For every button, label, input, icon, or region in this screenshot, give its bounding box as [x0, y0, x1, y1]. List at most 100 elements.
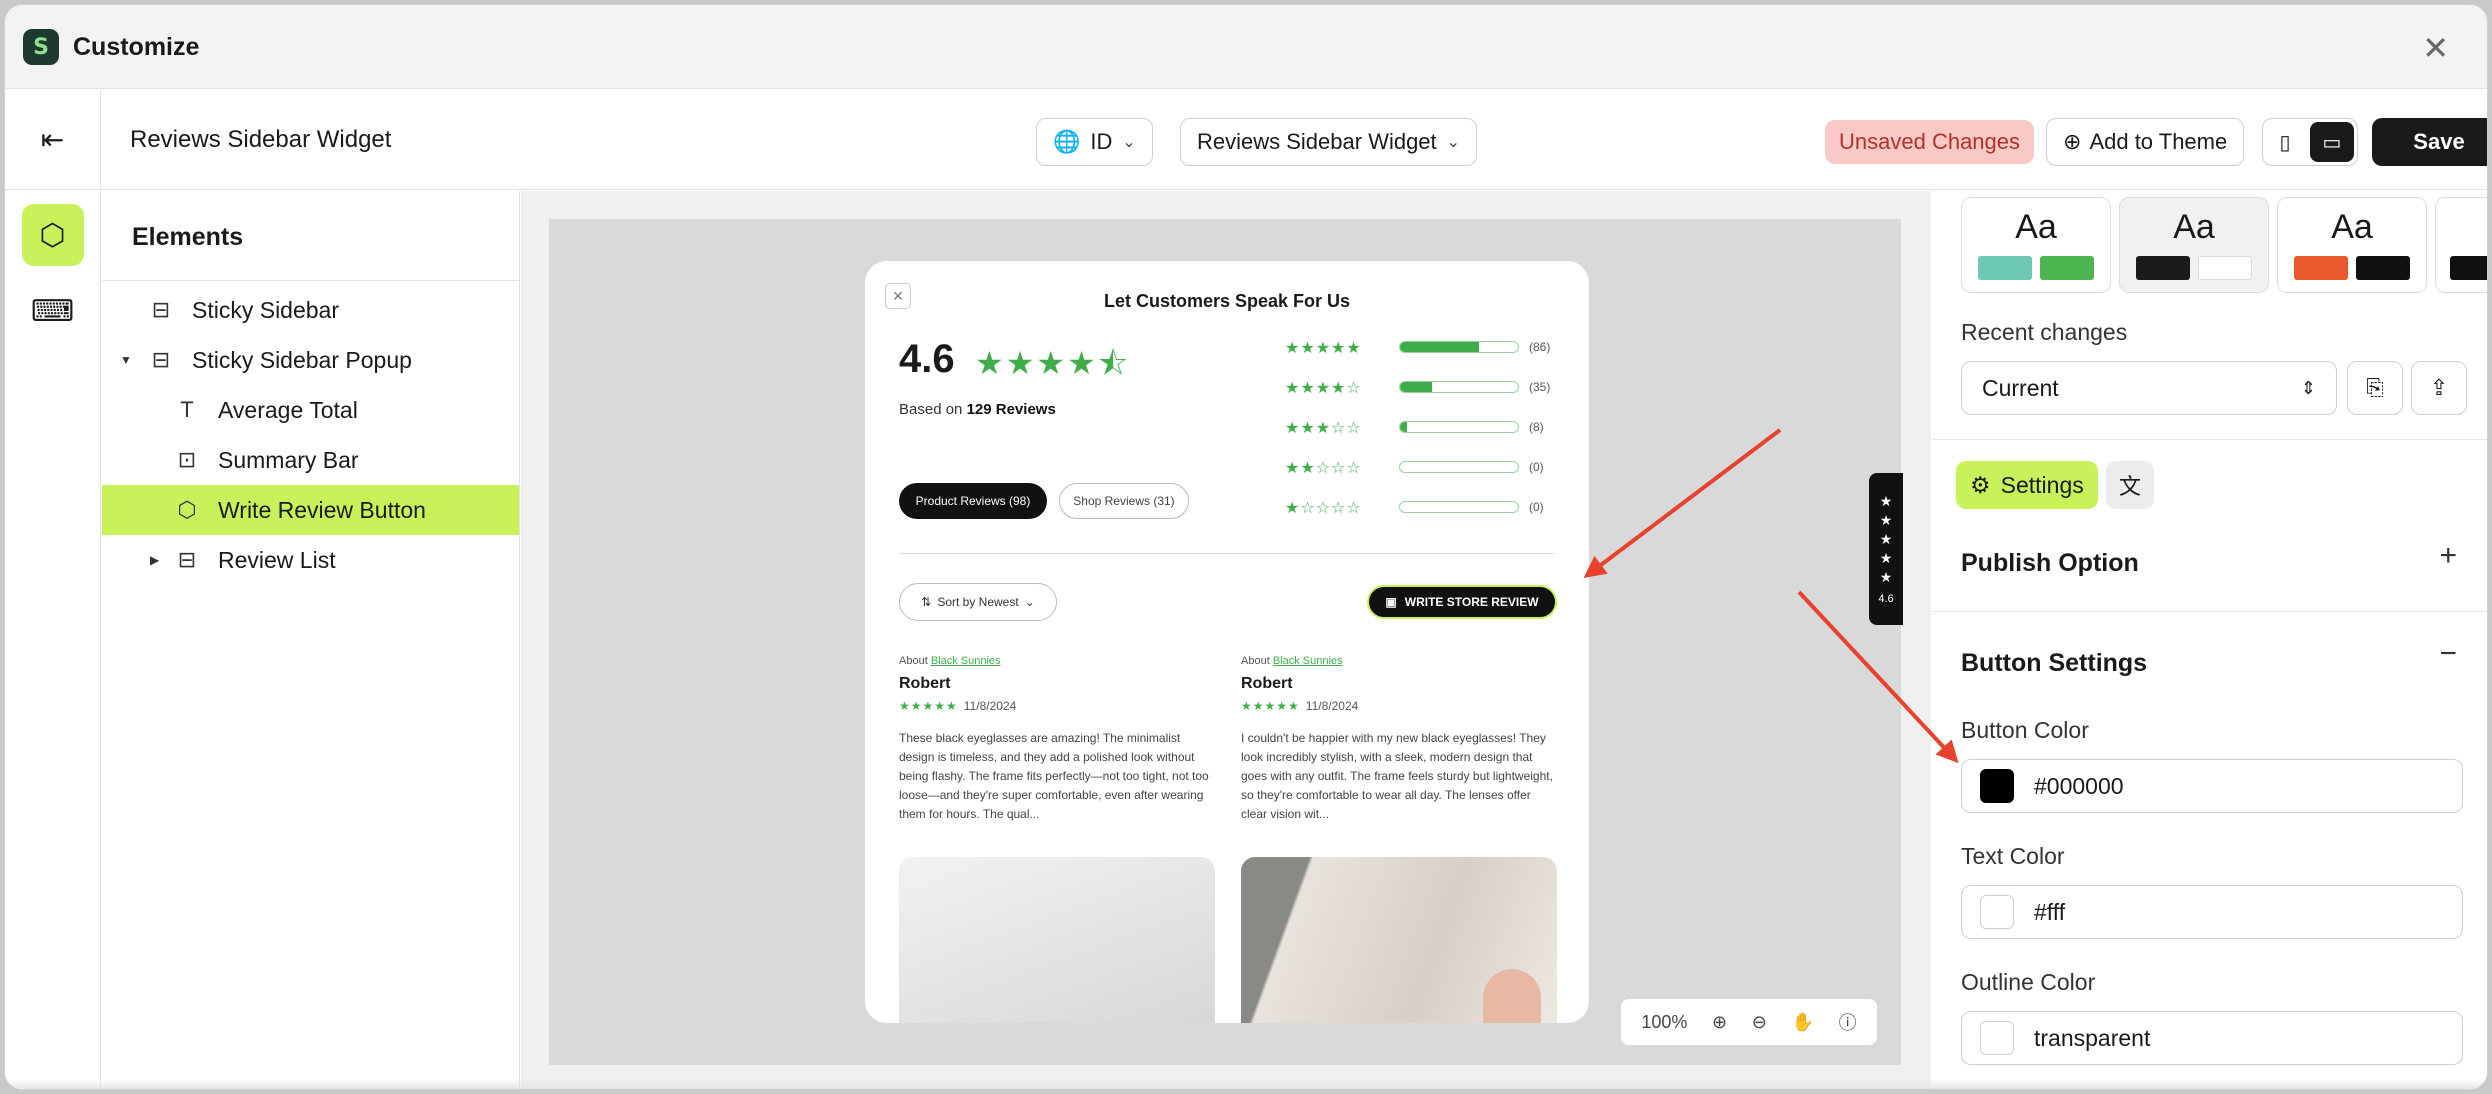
- button-settings-title[interactable]: Button Settings: [1961, 649, 2147, 678]
- row-bar-fill: [1400, 422, 1408, 432]
- desktop-icon[interactable]: ▭: [2310, 122, 2354, 162]
- settings-panel: Aa Aa Aa Recent changes Current ⇕ ⎘ ⇪ ⚙ …: [1932, 191, 2487, 1089]
- globe-icon: 🌐: [1053, 129, 1081, 154]
- row-count: (35): [1529, 380, 1551, 394]
- summary-bar-row: ★★★☆☆ (8): [1285, 417, 1544, 437]
- tab-settings[interactable]: ⚙ Settings: [1956, 461, 2098, 509]
- outline-color-field[interactable]: transparent: [1961, 1011, 2463, 1065]
- list-icon: ⊟: [177, 547, 197, 572]
- language-select[interactable]: 🌐 ID ⌄: [1036, 118, 1153, 166]
- elements-panel: Elements ⊟ Sticky Sidebar ▼ ⊟ Sticky Sid…: [102, 191, 520, 1089]
- hand-icon[interactable]: ✋: [1792, 1012, 1814, 1033]
- based-on-prefix: Based on: [899, 401, 963, 418]
- unsaved-changes-badge: Unsaved Changes: [1825, 120, 2035, 164]
- tree-item-label: Average Total: [218, 396, 358, 423]
- star-icon: ★: [1879, 569, 1893, 586]
- caret-right-icon[interactable]: ▶: [150, 553, 159, 567]
- save-button[interactable]: Save: [2372, 118, 2487, 166]
- tree-item-summary-bar[interactable]: ⊡ Summary Bar: [102, 435, 519, 485]
- tree-item-average-total[interactable]: T Average Total: [102, 385, 519, 435]
- text-color-swatch[interactable]: [1980, 895, 2014, 929]
- row-stars: ★★★★☆: [1285, 377, 1362, 397]
- theme-sample: Aa: [2015, 208, 2057, 246]
- sticky-sidebar-tab[interactable]: ★ ★ ★ ★ ★ 4.6: [1869, 473, 1903, 625]
- recent-changes-label: Recent changes: [1961, 319, 2128, 345]
- mobile-icon[interactable]: ▯: [2263, 119, 2307, 165]
- row-count: (0): [1529, 500, 1544, 514]
- divider: [1932, 611, 2487, 612]
- plus-icon[interactable]: +: [2439, 539, 2457, 573]
- popup-title: Let Customers Speak For Us: [1103, 291, 1351, 311]
- recent-changes-select[interactable]: Current ⇕: [1961, 361, 2337, 415]
- text-color-value: #fff: [2034, 898, 2066, 925]
- row-stars: ★★★☆☆: [1285, 417, 1362, 437]
- review-stars: ★★★★★: [1241, 699, 1300, 713]
- review-image: [899, 857, 1215, 1023]
- tree-item-sticky-sidebar[interactable]: ⊟ Sticky Sidebar: [102, 285, 519, 335]
- device-toggle: ▯ ▭: [2262, 118, 2358, 166]
- app-root: S Customize ✕ ⇤ ⬡ ⌨ Reviews Sidebar Widg…: [0, 0, 2492, 1094]
- export-icon[interactable]: ⇪: [2411, 361, 2467, 415]
- review-stars: ★★★★★: [899, 699, 958, 713]
- outline-color-swatch[interactable]: [1980, 1021, 2014, 1055]
- button-color-swatch[interactable]: [1980, 769, 2014, 803]
- write-store-review-button[interactable]: ▣ WRITE STORE REVIEW: [1367, 585, 1557, 619]
- preview-canvas: ✕ Let Customers Speak For Us 4.6 ★★★★⯪ B…: [521, 191, 1931, 1089]
- chevron-down-icon: ⌄: [1122, 134, 1136, 151]
- product-link[interactable]: Black Sunnies: [1273, 655, 1343, 667]
- theme-sample: Aa: [2331, 208, 2373, 246]
- about-label: About: [1241, 655, 1270, 667]
- button-color-field[interactable]: #000000: [1961, 759, 2463, 813]
- tree-item-write-review-button[interactable]: ⬡ Write Review Button: [102, 485, 519, 535]
- bar-icon: ⊡: [177, 447, 197, 472]
- title-bar: S Customize ✕: [5, 5, 2487, 89]
- reviews-popup: ✕ Let Customers Speak For Us 4.6 ★★★★⯪ B…: [865, 261, 1589, 1023]
- tab-shop-reviews[interactable]: Shop Reviews (31): [1059, 483, 1189, 519]
- elements-cube-icon[interactable]: ⬡: [21, 204, 84, 266]
- theme-swatch: [2198, 256, 2252, 280]
- exit-icon[interactable]: ⇤: [5, 90, 100, 190]
- close-icon[interactable]: ✕: [2422, 29, 2449, 67]
- review-text: I couldn't be happier with my new black …: [1241, 731, 1553, 821]
- import-file-icon[interactable]: ⎘: [2347, 361, 2403, 415]
- theme-card[interactable]: Aa: [2277, 197, 2427, 293]
- row-bar: [1399, 501, 1519, 513]
- about-label: About: [899, 655, 928, 667]
- row-bar: [1399, 381, 1519, 393]
- language-value: ID: [1090, 129, 1113, 154]
- review-meta: ★★★★★ 11/8/2024: [899, 699, 1215, 713]
- tree-item-label: Sticky Sidebar: [192, 296, 340, 323]
- add-to-theme-button[interactable]: ⊕ Add to Theme: [2046, 118, 2245, 166]
- text-color-field[interactable]: #fff: [1961, 885, 2463, 939]
- logo-letter: S: [33, 34, 49, 60]
- zoom-in-icon[interactable]: ⊕: [1712, 1012, 1727, 1033]
- page-select[interactable]: Reviews Sidebar Widget ⌄: [1180, 118, 1478, 166]
- updown-chevron-icon: ⇕: [2300, 377, 2316, 398]
- recent-changes-value: Current: [1982, 374, 2059, 401]
- publish-option-title[interactable]: Publish Option: [1961, 549, 2139, 578]
- product-link[interactable]: Black Sunnies: [931, 655, 1001, 667]
- row-bar: [1399, 461, 1519, 473]
- row-count: (0): [1529, 460, 1544, 474]
- sidebar-icon: ⊟: [151, 297, 171, 322]
- zoom-out-icon[interactable]: ⊖: [1752, 1012, 1767, 1033]
- review-about: About Black Sunnies: [1241, 655, 1557, 667]
- tree-item-sticky-sidebar-popup[interactable]: ▼ ⊟ Sticky Sidebar Popup: [102, 335, 519, 385]
- theme-card[interactable]: Aa: [1961, 197, 2111, 293]
- theme-card-partial[interactable]: [2435, 197, 2487, 293]
- translate-icon[interactable]: 文: [2106, 461, 2154, 509]
- row-count: (8): [1529, 420, 1544, 434]
- theme-card-selected[interactable]: Aa: [2119, 197, 2269, 293]
- caret-down-icon[interactable]: ▼: [120, 353, 132, 367]
- tab-product-reviews[interactable]: Product Reviews (98): [899, 483, 1047, 519]
- minus-icon[interactable]: −: [2439, 637, 2457, 671]
- sort-dropdown[interactable]: ⇅ Sort by Newest ⌄: [899, 583, 1057, 621]
- tree-item-review-list[interactable]: ▶ ⊟ Review List: [102, 535, 519, 585]
- review-about: About Black Sunnies: [899, 655, 1215, 667]
- help-icon[interactable]: ⓘ: [1839, 1009, 1857, 1035]
- row-bar: [1399, 421, 1519, 433]
- code-terminal-icon[interactable]: ⌨: [22, 280, 84, 342]
- text-color-label: Text Color: [1961, 843, 2065, 869]
- page-select-value: Reviews Sidebar Widget: [1197, 129, 1437, 154]
- theme-swatch: [2450, 256, 2487, 280]
